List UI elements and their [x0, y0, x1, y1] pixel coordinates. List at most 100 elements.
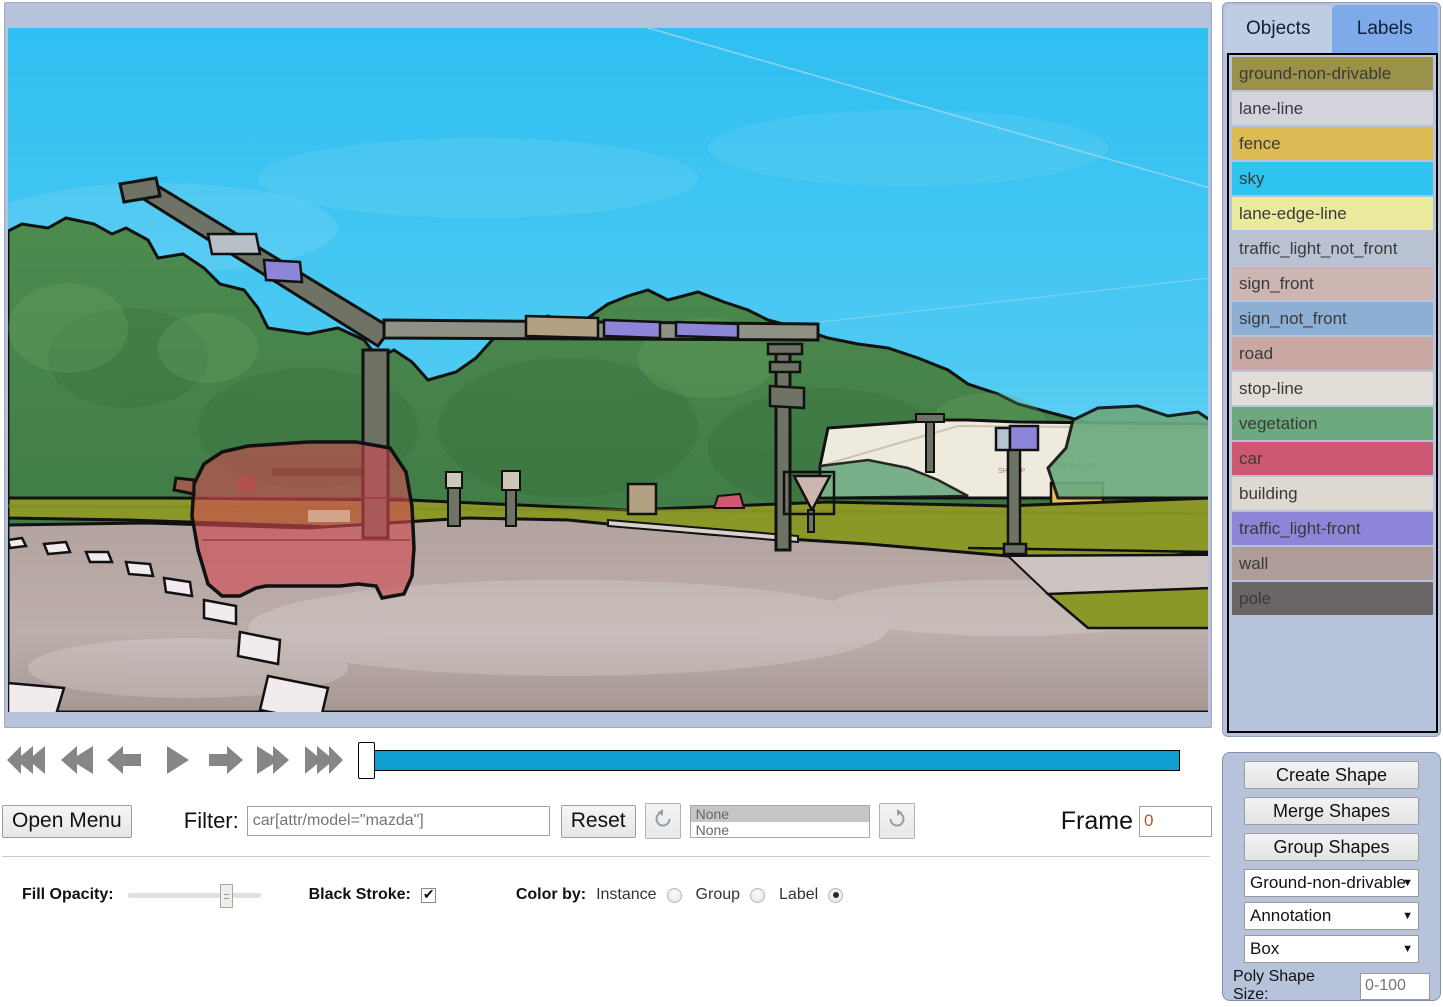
label-chip[interactable]: traffic_light-front — [1232, 512, 1433, 545]
label-chip-text: vegetation — [1239, 414, 1317, 434]
display-options-row: Fill Opacity: Black Stroke: Color by: In… — [0, 875, 1216, 915]
rewind-double-left-icon — [55, 742, 95, 778]
labels-panel: Objects Labels ground-non-drivable lane-l… — [1222, 2, 1441, 737]
rewind-triple-left-icon — [5, 742, 45, 778]
reset-button[interactable]: Reset — [561, 805, 636, 838]
black-stroke-label: Black Stroke: — [309, 886, 411, 904]
label-chip[interactable]: pole — [1232, 582, 1433, 615]
annotation-type-value: Annotation — [1250, 906, 1331, 926]
label-chip[interactable]: building — [1232, 477, 1433, 510]
canvas-frame[interactable]: CRAB CLAW SHRIMP — [4, 2, 1212, 728]
label-select[interactable]: Ground-non-drivable ▼ — [1244, 869, 1419, 897]
label-chip[interactable]: fence — [1232, 127, 1433, 160]
label-chip[interactable]: wall — [1232, 547, 1433, 580]
annotated-scene-image[interactable]: CRAB CLAW SHRIMP — [8, 28, 1208, 712]
frame-label: Frame — [1061, 807, 1133, 836]
panel-tabs: Objects Labels — [1223, 3, 1440, 53]
arrow-left-icon — [105, 742, 145, 778]
annotation-type-select[interactable]: Annotation ▼ — [1244, 902, 1419, 930]
label-chip-text: lane-line — [1239, 99, 1303, 119]
color-by-radio-instance[interactable] — [667, 888, 682, 903]
label-chip-text: stop-line — [1239, 379, 1303, 399]
filter-toolbar: Open Menu Filter: Reset None None — [0, 797, 1216, 845]
label-chip-text: traffic_light_not_front — [1239, 239, 1397, 259]
playback-controls — [0, 732, 1216, 788]
label-chip-text: sign_not_front — [1239, 309, 1347, 329]
history-listbox[interactable]: None None — [690, 805, 870, 838]
label-chip-text: pole — [1239, 589, 1271, 609]
tab-objects[interactable]: Objects — [1225, 5, 1332, 53]
step-forward-fast-button[interactable] — [250, 737, 300, 783]
shape-type-select[interactable]: Box ▼ — [1244, 935, 1419, 963]
arrow-right-icon — [205, 742, 245, 778]
frame-seek-slider[interactable] — [358, 742, 1180, 778]
label-chip-text: sky — [1239, 169, 1265, 189]
canvas-stage[interactable]: CRAB CLAW SHRIMP — [8, 6, 1208, 724]
label-chip-text: wall — [1239, 554, 1268, 574]
annotation-tool-window: CRAB CLAW SHRIMP — [0, 0, 1443, 1007]
poly-shape-size-input[interactable] — [1360, 973, 1430, 1000]
label-select-value: Ground-non-drivable — [1250, 873, 1406, 893]
label-chip[interactable]: lane-line — [1232, 92, 1433, 125]
color-by-radio-label[interactable] — [828, 888, 843, 903]
fill-opacity-track[interactable] — [128, 893, 261, 898]
shape-tools-panel: Create Shape Merge Shapes Group Shapes G… — [1222, 752, 1441, 1001]
group-shapes-button[interactable]: Group Shapes — [1244, 833, 1419, 861]
step-back-button[interactable] — [100, 737, 150, 783]
label-list[interactable]: ground-non-drivable lane-line fence sky lane… — [1227, 53, 1438, 733]
play-icon — [155, 742, 195, 778]
merge-shapes-button[interactable]: Merge Shapes — [1244, 797, 1419, 825]
label-chip[interactable]: sign_front — [1232, 267, 1433, 300]
label-chip[interactable]: traffic_light_not_front — [1232, 232, 1433, 265]
history-option-1[interactable]: None — [691, 822, 869, 838]
fill-opacity-slider[interactable] — [128, 881, 261, 909]
color-by-radio-group: Instance Group Label — [596, 886, 857, 904]
label-chip-text: fence — [1239, 134, 1281, 154]
scene-svg: CRAB CLAW SHRIMP — [8, 28, 1208, 712]
step-forward-button[interactable] — [200, 737, 250, 783]
play-button[interactable] — [150, 737, 200, 783]
seek-thumb[interactable] — [358, 742, 375, 779]
label-chip-text: building — [1239, 484, 1298, 504]
skip-to-end-button[interactable] — [300, 737, 350, 783]
color-by-option-instance-label: Instance — [596, 886, 656, 904]
tab-labels[interactable]: Labels — [1332, 5, 1439, 53]
label-chip-text: road — [1239, 344, 1273, 364]
label-chip-text: car — [1239, 449, 1263, 469]
step-back-fast-button[interactable] — [50, 737, 100, 783]
open-menu-button[interactable]: Open Menu — [2, 805, 132, 838]
undo-button[interactable] — [645, 803, 681, 839]
label-chip[interactable]: vegetation — [1232, 407, 1433, 440]
frame-control: Frame — [1061, 806, 1212, 837]
poly-shape-size-label: Poly Shape Size: — [1233, 968, 1354, 1004]
color-by-radio-group[interactable] — [750, 888, 765, 903]
poly-shape-size-row: Poly Shape Size: — [1233, 968, 1430, 1004]
redo-button[interactable] — [879, 803, 915, 839]
forward-triple-right-icon — [305, 742, 345, 778]
right-column: Objects Labels ground-non-drivable lane-l… — [1218, 0, 1443, 1007]
skip-to-start-button[interactable] — [0, 737, 50, 783]
frame-input[interactable] — [1139, 806, 1212, 837]
label-chip-text: ground-non-drivable — [1239, 64, 1391, 84]
chevron-down-icon: ▼ — [1402, 877, 1413, 889]
fill-opacity-thumb[interactable] — [220, 884, 233, 908]
label-chip[interactable]: road — [1232, 337, 1433, 370]
label-chip[interactable]: sky — [1232, 162, 1433, 195]
main-column: CRAB CLAW SHRIMP — [0, 0, 1216, 1007]
black-stroke-checkbox[interactable] — [421, 888, 436, 903]
history-option-0[interactable]: None — [691, 806, 869, 822]
label-chip-text: sign_front — [1239, 274, 1314, 294]
filter-input[interactable] — [247, 806, 550, 836]
label-chip-text: lane-edge-line — [1239, 204, 1347, 224]
color-by-option-label-label: Label — [779, 886, 818, 904]
label-chip[interactable]: ground-non-drivable — [1232, 57, 1433, 90]
toolbar-divider — [2, 856, 1210, 857]
color-by-option-group-label: Group — [696, 886, 740, 904]
label-chip-text: traffic_light-front — [1239, 519, 1361, 539]
label-chip[interactable]: car — [1232, 442, 1433, 475]
label-chip[interactable]: stop-line — [1232, 372, 1433, 405]
label-chip[interactable]: lane-edge-line — [1232, 197, 1433, 230]
create-shape-button[interactable]: Create Shape — [1244, 761, 1419, 789]
label-chip[interactable]: sign_not_front — [1232, 302, 1433, 335]
seek-track[interactable] — [370, 750, 1180, 771]
